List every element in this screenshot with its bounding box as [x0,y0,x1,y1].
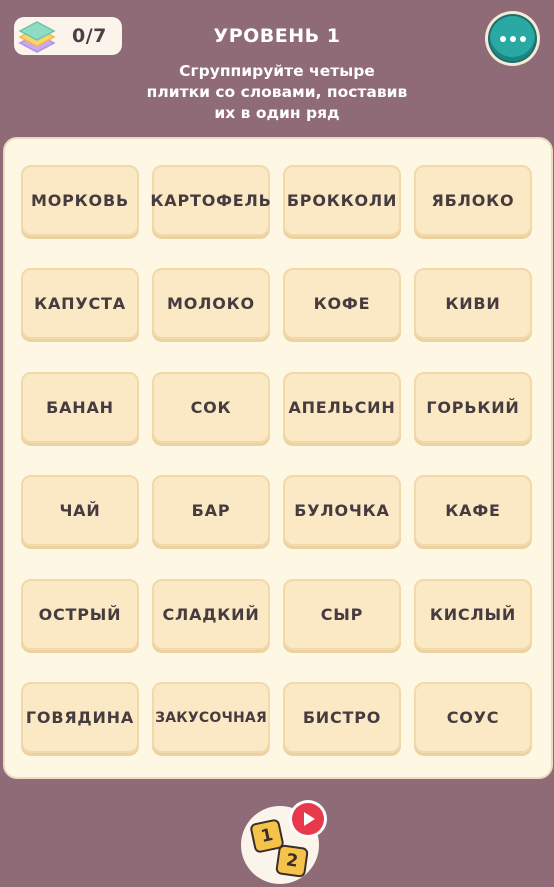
word-tile[interactable]: СЛАДКИЙ [152,579,270,650]
instructions-line: плитки со словами, поставив [146,83,408,101]
word-tile[interactable]: КИСЛЫЙ [414,579,532,650]
word-tile[interactable]: КАПУСТА [21,268,139,339]
word-board: МОРКОВЬ КАРТОФЕЛЬ БРОККОЛИ ЯБЛОКО КАПУСТ… [3,137,553,779]
word-tile[interactable]: БУЛОЧКА [283,475,401,546]
word-tile[interactable]: МОЛОКО [152,268,270,339]
word-tile[interactable]: СЫР [283,579,401,650]
word-tile[interactable]: АПЕЛЬСИН [283,372,401,443]
word-tile[interactable]: ГОРЬКИЙ [414,372,532,443]
word-tile[interactable]: КАРТОФЕЛЬ [150,165,271,236]
menu-button[interactable] [485,11,540,66]
word-tile[interactable]: ЗАКУСОЧНАЯ [152,682,270,753]
word-tile[interactable]: МОРКОВЬ [21,165,139,236]
play-video-icon [292,803,324,835]
word-tile[interactable]: КАФЕ [414,475,532,546]
word-tile[interactable]: БИСТРО [283,682,401,753]
word-tile[interactable]: ГОВЯДИНА [21,682,139,753]
word-tile[interactable]: КОФЕ [283,268,401,339]
numbered-card-icon: 2 [275,844,309,878]
instructions-line: Сгруппируйте четыре [179,62,375,80]
word-tile[interactable]: СОУС [414,682,532,753]
word-tile[interactable]: ОСТРЫЙ [21,579,139,650]
game-screen: 0/7 УРОВЕНЬ 1 Сгруппируйте четыре плитки… [0,0,554,887]
word-tile[interactable]: ЯБЛОКО [414,165,532,236]
word-tile[interactable]: БРОККОЛИ [283,165,401,236]
more-dots-icon [490,16,535,61]
word-tile[interactable]: БАНАН [21,372,139,443]
play-video-button[interactable] [289,800,327,838]
word-tile[interactable]: КИВИ [414,268,532,339]
word-tile[interactable]: ЧАЙ [21,475,139,546]
word-tile[interactable]: СОК [152,372,270,443]
level-title: УРОВЕНЬ 1 [213,25,341,47]
word-tile[interactable]: БАР [152,475,270,546]
instructions-line: их в один ряд [214,104,340,122]
instructions: Сгруппируйте четыре плитки со словами, п… [127,61,427,124]
